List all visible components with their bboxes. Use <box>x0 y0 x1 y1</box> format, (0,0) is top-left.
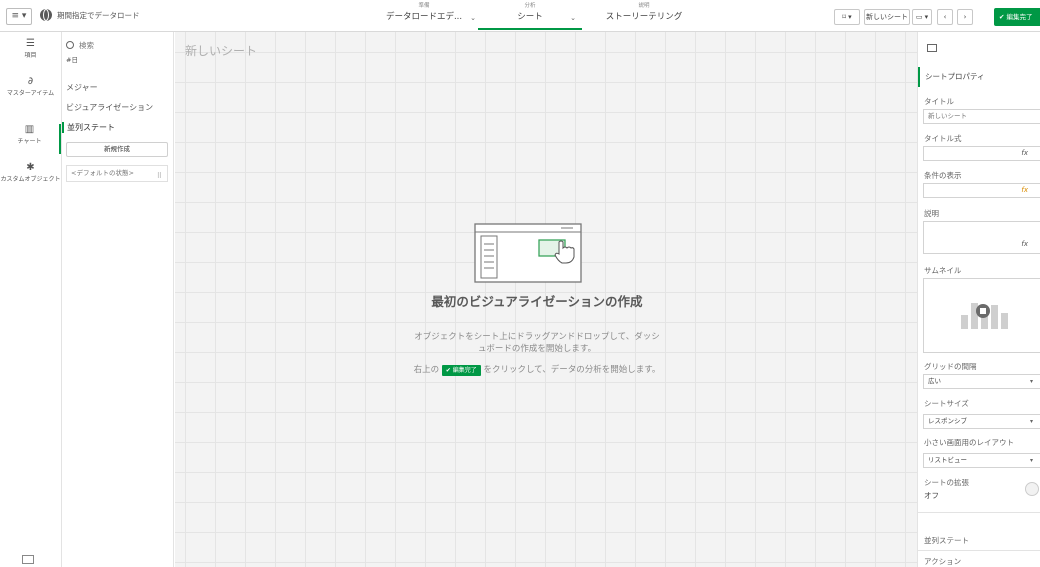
chevron-down-icon[interactable]: ⌄ <box>470 14 476 22</box>
empty-state-title: 最初のビジュアライゼーションの作成 <box>431 294 643 309</box>
thumbnail-label: サムネイル <box>924 266 962 275</box>
title-input[interactable]: 新しいシート <box>923 109 1040 124</box>
sheets-dropdown-button[interactable]: ▭ ▾ <box>912 9 932 25</box>
sheet-name-button[interactable]: 新しいシート <box>864 9 910 25</box>
divider <box>918 512 1040 513</box>
link-icon: ∂ <box>27 76 34 87</box>
rail-item-master-items[interactable]: ∂ マスターアイテム <box>0 76 61 98</box>
divider <box>918 550 1040 551</box>
empty-state-hint: 右上の ✔ 編集完了 をクリックして、データの分析を開始します。 <box>412 364 662 376</box>
extend-sheet-value: オフ <box>924 491 939 500</box>
rail-item-master-items-label: マスターアイテム <box>6 90 55 97</box>
nav-prepare[interactable]: 準備 データロードエデ... ⌄ <box>372 2 476 30</box>
create-new-button[interactable]: 新規作成 <box>66 142 168 157</box>
asset-panel: 検索 #日 メジャー ビジュアライゼーション 並列ステート 新規作成 <デフォル… <box>62 32 174 567</box>
rail-item-charts[interactable]: ▥ チャート <box>0 124 61 154</box>
extend-sheet-toggle[interactable] <box>1025 482 1039 496</box>
nav-analyze-label: シート <box>517 12 543 22</box>
title-expression-label: タイトル式 <box>924 134 962 143</box>
sheet-size-label: シートサイズ <box>924 399 969 408</box>
asset-item-measures[interactable]: メジャー <box>66 82 98 93</box>
rail-item-charts-label: チャート <box>17 138 42 145</box>
title-label: タイトル <box>924 97 954 106</box>
asset-item-visualizations[interactable]: ビジュアライゼーション <box>66 102 153 113</box>
asset-item-alternate-states[interactable]: 並列ステート <box>62 122 115 133</box>
nav-analyze[interactable]: 分析 シート ⌄ <box>478 2 582 30</box>
rail-item-custom-objects-label: カスタムオブジェクト <box>0 176 61 183</box>
show-condition-label: 条件の表示 <box>924 171 962 180</box>
fx-condition-button[interactable]: fx <box>1021 186 1028 194</box>
top-toolbar: ≡ ▾ 期間指定でデータロード 準備 データロードエデ... ⌄ 分析 シート … <box>0 0 1040 32</box>
grid-icon: ⠿ <box>156 172 162 180</box>
properties-panel: シートプロパティ タイトル 新しいシート タイトル式 fx 条件の表示 fx 説… <box>917 32 1040 567</box>
extend-sheet-label: シートの拡張 <box>924 478 969 487</box>
fx-expression-button[interactable]: fx <box>1021 149 1028 157</box>
sheet-icon <box>927 44 937 52</box>
asset-search-placeholder: 検索 <box>79 41 94 50</box>
global-menu-button[interactable]: ≡ ▾ <box>6 8 32 25</box>
inline-done-badge: ✔ 編集完了 <box>441 365 481 376</box>
drag-drop-illustration <box>474 223 582 283</box>
hint-text-before: 右上の <box>413 365 440 375</box>
default-state-label: <デフォルトの状態> <box>71 169 134 177</box>
empty-state-description: オブジェクトをシート上にドラッグアンドドロップして、ダッシュボードの作成を開始し… <box>414 332 660 354</box>
bookmark-button[interactable]: ⌑ ▾ <box>834 9 860 25</box>
globe-icon <box>40 9 52 21</box>
next-sheet-button[interactable]: › <box>957 9 973 25</box>
nav-narrate-label: ストーリーテリング <box>605 12 683 22</box>
nav-narrate[interactable]: 説明 ストーリーテリング <box>594 2 694 30</box>
actions-section[interactable]: アクション <box>924 556 961 567</box>
nav-prepare-label: データロードエデ... <box>385 12 463 22</box>
sheet-properties-header[interactable]: シートプロパティ <box>918 67 1040 87</box>
chevron-down-icon: ▾ <box>1029 418 1033 425</box>
rail-item-fields[interactable]: ☰ 項目 <box>0 38 61 60</box>
done-editing-button[interactable]: ✔ 編集完了 <box>994 8 1040 26</box>
sheet-title[interactable]: 新しいシート <box>185 42 257 59</box>
nav-narrate-caption: 説明 <box>638 3 650 9</box>
thumbnail-placeholder-icon <box>961 303 1008 329</box>
chevron-down-icon: ▾ <box>1029 378 1033 385</box>
rail-item-custom-objects[interactable]: ✱ カスタムオブジェクト <box>0 162 61 184</box>
collapse-panel-icon[interactable] <box>22 555 34 564</box>
previous-sheet-button[interactable]: ‹ <box>937 9 953 25</box>
description-input[interactable] <box>923 221 1040 254</box>
nav-prepare-caption: 準備 <box>418 3 430 9</box>
alternate-states-section[interactable]: 並列ステート <box>924 535 969 546</box>
sheet-size-value: レスポンシブ <box>928 417 967 425</box>
description-label: 説明 <box>924 209 939 218</box>
database-icon: ☰ <box>26 38 35 49</box>
small-screen-layout-value: リストビュー <box>928 456 967 464</box>
small-screen-layout-label: 小さい画面用のレイアウト <box>924 438 1014 447</box>
thumbnail-dropzone[interactable] <box>923 278 1040 353</box>
hint-text-after: をクリックして、データの分析を開始します。 <box>483 365 661 375</box>
grid-spacing-select[interactable]: 広い ▾ <box>923 374 1040 389</box>
app-name[interactable]: 期間指定でデータロード <box>57 10 140 21</box>
fx-description-button[interactable]: fx <box>1021 240 1028 248</box>
grid-spacing-label: グリッドの間隔 <box>924 362 977 371</box>
default-state-item[interactable]: <デフォルトの状態> ⠿ <box>66 165 168 182</box>
asset-panel-rail: ☰ 項目 ∂ マスターアイテム ▥ チャート ✱ カスタムオブジェクト <box>0 32 62 567</box>
puzzle-icon: ✱ <box>26 162 35 173</box>
chevron-down-icon: ▾ <box>1029 457 1033 464</box>
chart-icon: ▥ <box>24 124 35 135</box>
chevron-down-icon[interactable]: ⌄ <box>570 14 576 22</box>
search-icon <box>66 41 74 49</box>
nav-analyze-caption: 分析 <box>524 3 536 9</box>
grid-spacing-value: 広い <box>928 377 941 385</box>
asset-search[interactable]: 検索 <box>66 40 94 51</box>
sheet-canvas[interactable]: 新しいシート 最初のビジュアライゼーションの作成 オブジェクトをシート上にドラッ… <box>175 32 917 567</box>
small-screen-layout-select[interactable]: リストビュー ▾ <box>923 453 1040 468</box>
asset-field-item[interactable]: #日 <box>66 54 78 64</box>
sheet-size-select[interactable]: レスポンシブ ▾ <box>923 414 1040 429</box>
rail-item-fields-label: 項目 <box>24 52 37 59</box>
